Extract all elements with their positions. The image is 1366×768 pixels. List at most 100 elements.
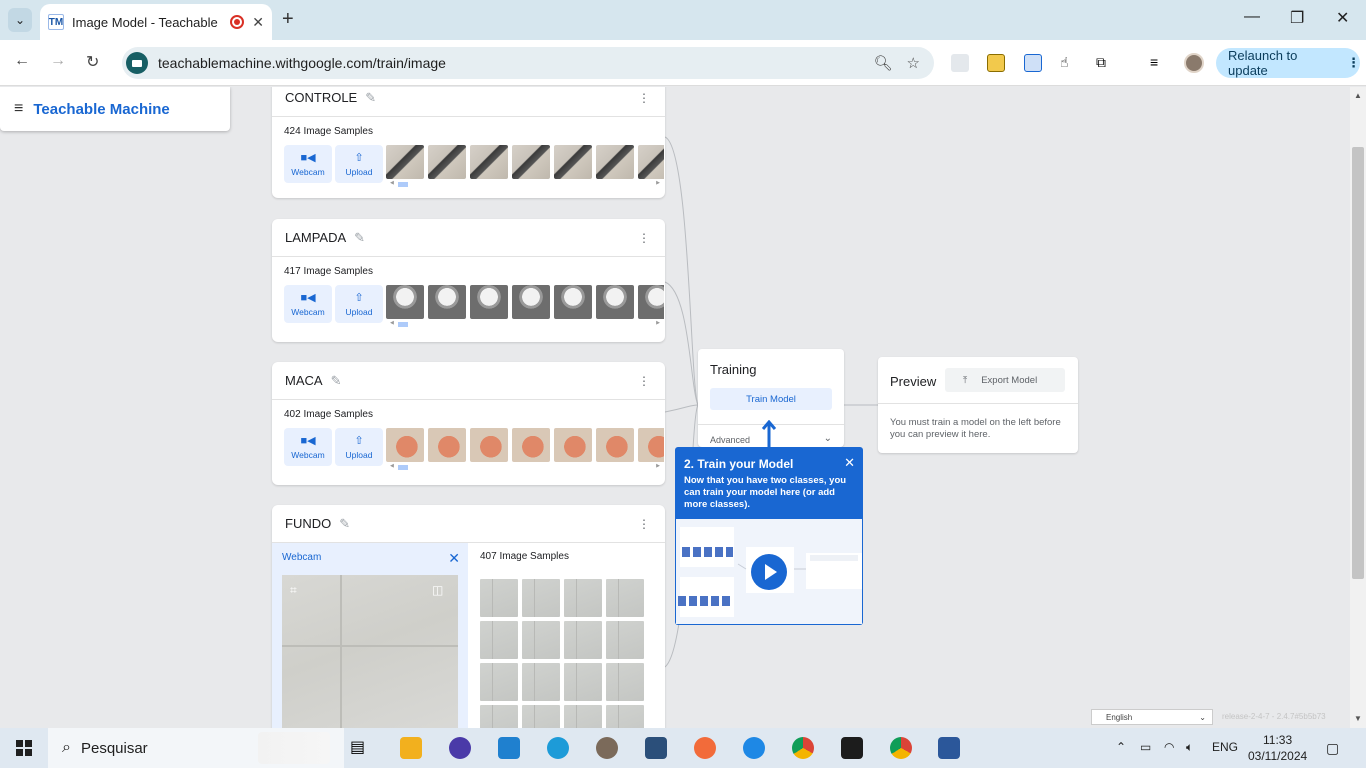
pet-app-icon[interactable] [596,737,618,759]
sample-thumbnail[interactable] [564,621,602,659]
vscode-icon[interactable] [498,737,520,759]
class-options-icon[interactable]: ⋮ [638,231,650,245]
scrollbar-thumb[interactable] [1352,147,1364,579]
tab-extension-icon[interactable] [1024,54,1042,72]
flip-camera-icon[interactable]: ◫ [432,583,443,597]
sample-thumbnails[interactable] [386,145,664,179]
back-icon[interactable]: ← [14,52,30,70]
app-moon-icon[interactable] [449,737,471,759]
url-text[interactable]: teachablemachine.withgoogle.com/train/im… [158,55,874,71]
notifications-icon[interactable]: ▢ [1326,740,1339,757]
chrome-profile-icon[interactable] [890,737,912,759]
webcam-button[interactable]: ■◀ Webcam [284,285,332,323]
sample-thumbnail[interactable] [564,579,602,617]
language-select[interactable]: English ⌄ [1091,709,1213,725]
minimize-window-icon[interactable]: — [1244,8,1260,26]
sample-thumbnails[interactable] [386,285,664,319]
battery-icon[interactable]: ▭ [1140,740,1151,754]
sample-thumbnail[interactable] [596,145,634,179]
app-name[interactable]: Teachable Machine [33,101,169,118]
close-window-icon[interactable]: ✕ [1336,8,1349,28]
sample-thumbnail[interactable] [512,145,550,179]
extension-icon[interactable] [951,54,969,72]
relaunch-to-update-button[interactable]: Relaunch to update ⋮ [1216,48,1360,78]
volume-icon[interactable]: 🔈︎ [1186,740,1193,755]
sample-thumbnail[interactable] [606,621,644,659]
speedtest-icon[interactable] [743,737,765,759]
sample-thumbnail[interactable] [470,285,508,319]
sample-thumbnail[interactable] [512,428,550,462]
edit-pencil-icon[interactable]: ✎ [331,373,342,389]
edit-pencil-icon[interactable]: ✎ [339,516,350,532]
close-webcam-icon[interactable]: ✕ [448,550,460,567]
sample-thumbnail[interactable] [522,663,560,701]
chrome-icon[interactable] [792,737,814,759]
sample-thumbnail[interactable] [564,663,602,701]
thumbnail-scrollbar[interactable]: ◀ ▶ [390,320,660,328]
sample-thumbnail[interactable] [554,428,592,462]
sample-thumbnail[interactable] [480,705,518,728]
zoom-icon[interactable]: 🔍︎ [874,54,893,72]
more-menu-icon[interactable]: ⋮ [1347,55,1360,71]
sample-thumbnail[interactable] [596,285,634,319]
site-info-icon[interactable] [126,52,148,74]
sample-thumbnail[interactable] [428,145,466,179]
close-tab-icon[interactable]: ✕ [252,14,264,31]
sample-thumbnail[interactable] [564,705,602,728]
tutorial-video[interactable] [676,519,862,624]
class-name[interactable]: LAMPADA [285,230,346,245]
class-options-icon[interactable]: ⋮ [638,517,650,531]
sample-thumbnail[interactable] [638,428,664,462]
class-options-icon[interactable]: ⋮ [638,91,650,105]
profile-avatar[interactable] [1184,53,1204,73]
play-button[interactable] [751,554,787,590]
sample-thumbnail[interactable] [596,428,634,462]
tab-image-model[interactable]: TM Image Model - Teachable M ✕ [40,4,272,40]
tab-search-dropdown-icon[interactable]: ⌄ [8,8,32,32]
file-explorer-icon[interactable] [400,737,422,759]
sample-thumbnail[interactable] [470,428,508,462]
database-app-icon[interactable] [645,737,667,759]
sample-thumbnail[interactable] [606,663,644,701]
edit-pencil-icon[interactable]: ✎ [354,230,365,246]
thumbnail-scrollbar[interactable]: ◀ ▶ [390,463,660,471]
sample-thumbnail[interactable] [480,621,518,659]
address-bar[interactable]: teachablemachine.withgoogle.com/train/im… [122,47,934,79]
class-name[interactable]: CONTROLE [285,90,357,105]
sample-thumbnail[interactable] [428,428,466,462]
sample-thumbnail[interactable] [638,285,664,319]
page-scrollbar[interactable]: ▲ ▼ [1350,87,1366,728]
sample-thumbnail[interactable] [606,579,644,617]
webcam-button[interactable]: ■◀ Webcam [284,145,332,183]
pycharm-icon[interactable] [841,737,863,759]
sample-thumbnail[interactable] [522,579,560,617]
class-name[interactable]: MACA [285,373,323,388]
windows-start-icon[interactable] [16,740,32,756]
sample-thumbnail[interactable] [606,705,644,728]
sample-thumbnail[interactable] [554,145,592,179]
webcam-button[interactable]: ■◀ Webcam [284,428,332,466]
edit-pencil-icon[interactable]: ✎ [365,90,376,106]
puzzle-extensions-icon[interactable]: ⧉ [1096,54,1114,72]
close-tooltip-icon[interactable]: ✕ [844,455,855,471]
bookmark-star-icon[interactable]: ☆ [907,54,920,72]
sample-thumbnail[interactable] [638,145,664,179]
hand-extension-icon[interactable]: ☝ [1060,54,1078,72]
new-tab-button[interactable]: + [282,8,294,31]
forward-icon[interactable]: → [50,52,66,70]
sample-thumbnail[interactable] [386,428,424,462]
upload-button[interactable]: ⇧ Upload [335,428,383,466]
system-clock[interactable]: 11:33 03/11/2024 [1248,732,1307,764]
sample-thumbnail[interactable] [522,621,560,659]
sample-thumbnail[interactable] [512,285,550,319]
wifi-icon[interactable]: ◠ [1164,740,1174,754]
export-model-button[interactable]: ⤒ Export Model [945,368,1065,392]
crop-icon[interactable]: ⌗ [290,583,297,598]
folder-extension-icon[interactable] [987,54,1005,72]
sample-thumbnail[interactable] [386,145,424,179]
upload-button[interactable]: ⇧ Upload [335,145,383,183]
sample-thumbnail[interactable] [522,705,560,728]
thumbnail-scrollbar[interactable]: ◀ ▶ [390,180,660,188]
sample-thumbnail[interactable] [386,285,424,319]
sample-thumbnails[interactable] [386,428,664,462]
